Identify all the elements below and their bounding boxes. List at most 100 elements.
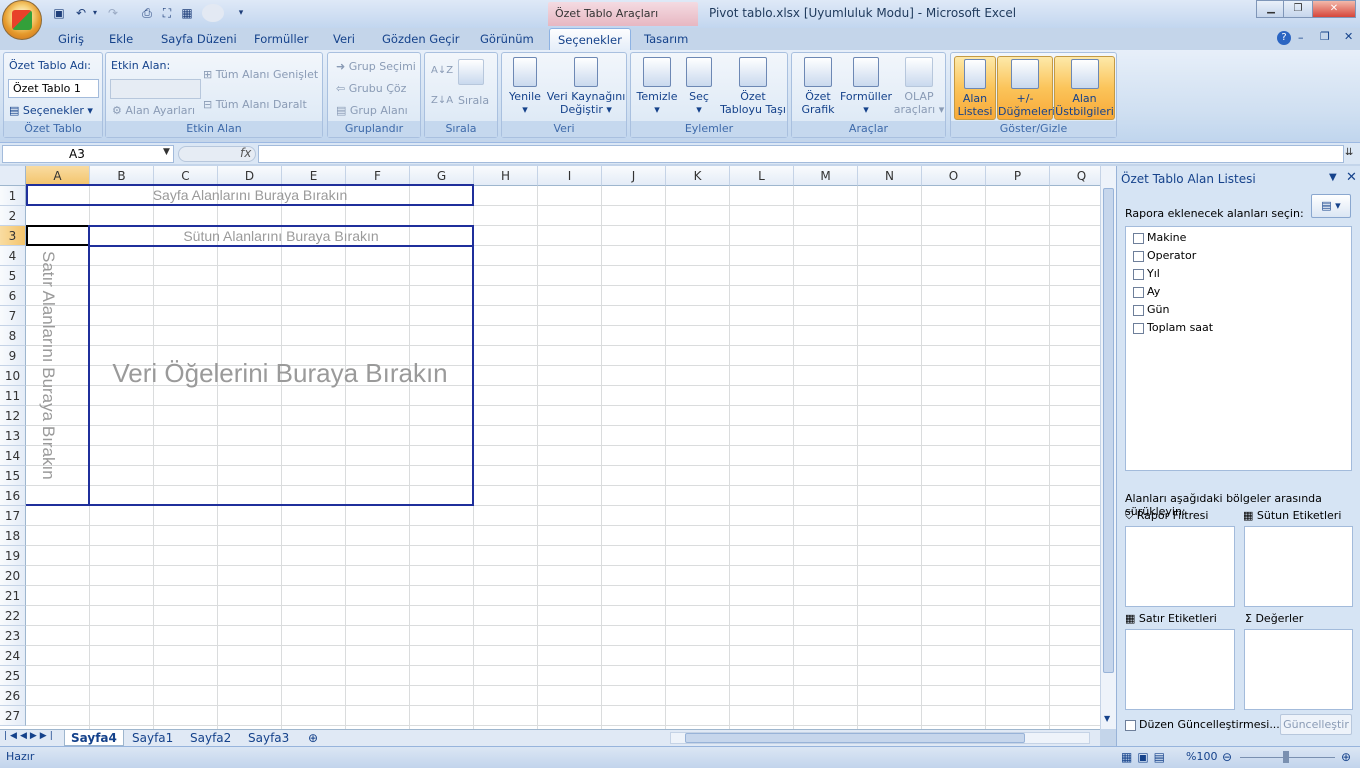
ribbon-minimize-icon[interactable]: – [1298,31,1304,44]
row-header[interactable]: 5 [0,266,26,286]
grid-icon[interactable]: ▦ [178,4,196,22]
customize-qat-icon[interactable]: ▾ [232,4,250,22]
tab-ekle[interactable]: Ekle [101,28,141,50]
row-header[interactable]: 19 [0,546,26,566]
tab-formuller[interactable]: Formüller [246,28,316,50]
sheet-nav-icon[interactable]: |◀◀▶▶| [4,731,56,741]
row-header[interactable]: 21 [0,586,26,606]
row-header[interactable]: 15 [0,466,26,486]
column-header[interactable]: P [986,166,1050,186]
tab-gozden-gecir[interactable]: Gözden Geçir [374,28,468,50]
column-header[interactable]: N [858,166,922,186]
column-header[interactable]: K [666,166,730,186]
row-header[interactable]: 8 [0,326,26,346]
column-header[interactable]: I [538,166,602,186]
zoom-in-icon[interactable]: ⊕ [1341,750,1351,764]
tab-sayfa-duzeni[interactable]: Sayfa Düzeni [153,28,245,50]
field-item-gun[interactable]: Gün [1126,301,1351,319]
row-header[interactable]: 22 [0,606,26,626]
pane-dropdown-icon[interactable]: ▼ [1329,172,1337,183]
ribbon-restore-icon[interactable]: ❐ [1320,30,1330,43]
sheet-tab-sayfa1[interactable]: Sayfa1 [126,730,179,746]
row-header[interactable]: 10 [0,366,26,386]
insert-function-icon[interactable]: fx [240,146,251,160]
column-header[interactable]: O [922,166,986,186]
print-preview-icon[interactable]: ⎙ [138,4,156,22]
field-item-makine[interactable]: Makine [1126,229,1351,247]
field-item-operator[interactable]: Operator [1126,247,1351,265]
tab-veri[interactable]: Veri [325,28,363,50]
row-header[interactable]: 16 [0,486,26,506]
ribbon-close-icon[interactable]: ✕ [1344,30,1353,43]
row-header[interactable]: 12 [0,406,26,426]
column-header[interactable]: L [730,166,794,186]
minimize-icon[interactable]: ▁ [1256,0,1286,18]
row-header[interactable]: 26 [0,686,26,706]
close-icon[interactable]: ✕ [1312,0,1356,18]
field-checkbox[interactable] [1133,322,1144,334]
field-headers-button[interactable]: Alan Üstbilgileri [1054,56,1115,120]
vscroll-thumb[interactable] [1103,188,1114,673]
worksheet-grid[interactable]: ABCDEFGHIJKLMNOPQ 1 2 3 4 5 6 7 8 9 10 11 12 13 14 15 1… [0,166,1100,729]
row-header[interactable]: 14 [0,446,26,466]
help-icon[interactable]: ? [1277,31,1291,45]
field-checkbox[interactable] [1133,286,1144,298]
zoom-out-icon[interactable]: ⊖ [1222,750,1232,764]
row-header[interactable]: 1 [0,186,26,206]
row-fields-drop[interactable]: Satır Alanlarını Buraya Bırakın [26,245,90,506]
column-header[interactable]: Q [1050,166,1100,186]
row-header[interactable]: 25 [0,666,26,686]
zoom-slider-thumb[interactable] [1283,751,1289,763]
column-header[interactable]: D [218,166,282,186]
office-button[interactable] [2,0,42,40]
pivot-chart-button[interactable]: Özet Grafik [796,57,840,116]
tab-tasarim[interactable]: Tasarım [636,28,696,50]
column-header[interactable]: F [346,166,410,186]
tab-gorunum[interactable]: Görünüm [472,28,542,50]
options-button[interactable]: ▤ Seçenekler ▾ [9,104,93,117]
field-list-button[interactable]: Alan Listesi [954,56,996,120]
field-item-yil[interactable]: Yıl [1126,265,1351,283]
select-button[interactable]: Seç ▾ [681,57,717,116]
column-header[interactable]: A [26,166,90,186]
tab-giris[interactable]: Giriş [50,28,92,50]
defer-update-checkbox[interactable] [1125,719,1136,731]
move-pivot-button[interactable]: Özet Tabloyu Taşı [719,57,787,116]
refresh-button[interactable]: Yenile ▾ [506,57,544,116]
field-checkbox[interactable] [1133,268,1144,280]
formula-input[interactable] [258,145,1344,163]
plus-minus-button[interactable]: +/- Düğmeleri [997,56,1055,120]
page-fields-drop[interactable]: Sayfa Alanlarını Buraya Bırakın [26,184,474,206]
pane-close-icon[interactable]: ✕ [1346,170,1357,185]
report-filter-area[interactable] [1125,526,1235,607]
column-fields-drop[interactable]: Sütun Alanlarını Buraya Bırakın [88,225,474,247]
scroll-down-icon[interactable]: ▼ [1104,714,1110,723]
row-header[interactable]: 9 [0,346,26,366]
insert-sheet-icon[interactable]: ⊕ [302,730,324,746]
row-header[interactable]: 2 [0,206,26,226]
values-area[interactable] [1244,629,1353,710]
field-checkbox[interactable] [1133,232,1144,244]
layout-options-icon[interactable]: ▤ ▾ [1311,194,1351,218]
restore-icon[interactable]: ❐ [1283,0,1313,18]
row-header[interactable]: 20 [0,566,26,586]
defer-update-option[interactable]: Düzen Güncelleştirmesi... [1125,718,1280,731]
active-cell[interactable] [26,225,90,246]
zoom-level[interactable]: %100 [1186,750,1217,763]
row-header[interactable]: 13 [0,426,26,446]
row-header[interactable]: 18 [0,526,26,546]
sheet-tab-sayfa2[interactable]: Sayfa2 [184,730,237,746]
undo-icon[interactable]: ↶ [72,4,90,22]
row-header[interactable]: 24 [0,646,26,666]
row-header[interactable]: 27 [0,706,26,726]
name-box[interactable]: A3 [2,145,174,163]
vertical-scrollbar[interactable]: ▼ [1100,166,1116,729]
field-checkbox[interactable] [1133,250,1144,262]
hscroll-thumb[interactable] [685,733,1025,743]
column-header[interactable]: G [410,166,474,186]
row-header[interactable]: 4 [0,246,26,266]
column-header[interactable]: C [154,166,218,186]
row-header[interactable]: 23 [0,626,26,646]
field-item-ay[interactable]: Ay [1126,283,1351,301]
column-header[interactable]: J [602,166,666,186]
